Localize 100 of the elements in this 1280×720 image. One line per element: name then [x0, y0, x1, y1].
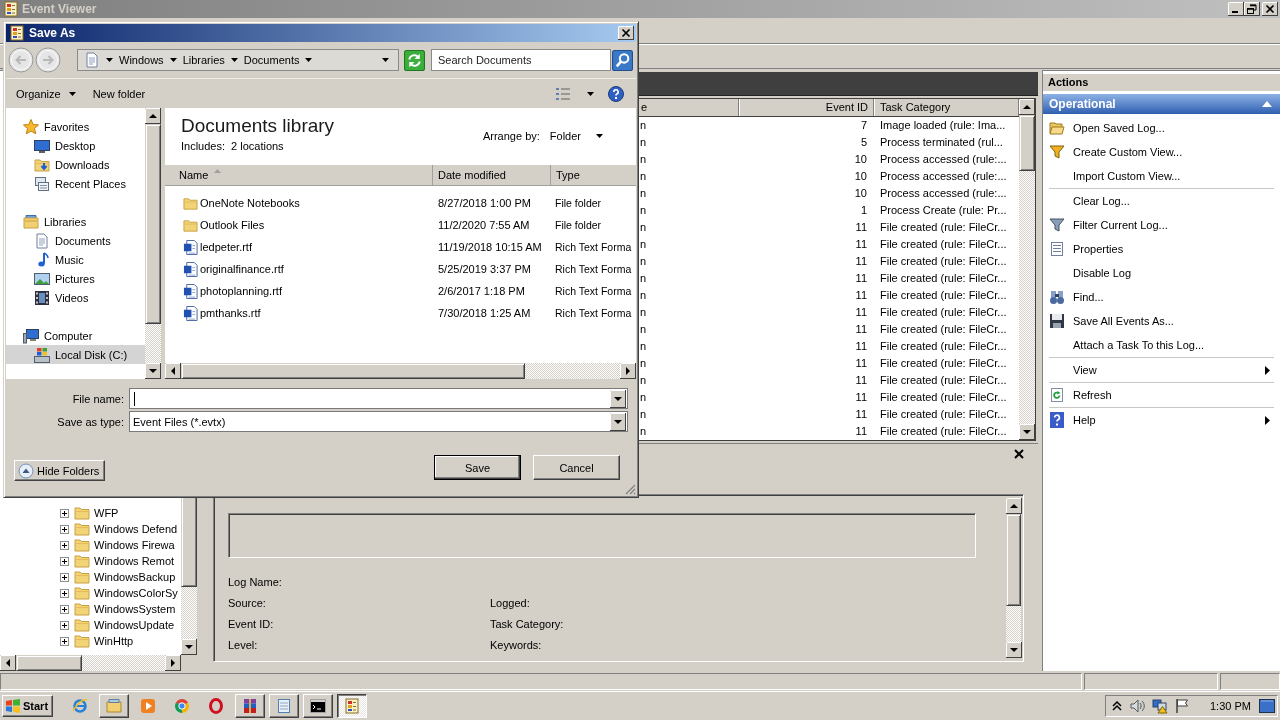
dropdown-button[interactable]: [610, 389, 626, 408]
tree-item[interactable]: WFP: [60, 505, 119, 521]
tree-item[interactable]: WindowsColorSy: [60, 585, 178, 601]
close-icon[interactable]: [1014, 448, 1024, 459]
expand-icon[interactable]: [60, 540, 69, 550]
arrange-dropdown[interactable]: Folder: [549, 130, 603, 142]
expand-icon[interactable]: [60, 620, 69, 630]
scroll-down-button[interactable]: [1006, 642, 1022, 658]
scroll-down-button[interactable]: [1019, 424, 1035, 440]
hide-folders-button[interactable]: Hide Folders: [14, 460, 106, 481]
file-name[interactable]: OneNote Notebooks: [200, 197, 300, 209]
column-header[interactable]: Type: [551, 165, 636, 185]
column-header[interactable]: Task Category: [874, 99, 1019, 116]
address-bar[interactable]: Windows Libraries Documents: [77, 49, 399, 71]
minimize-button[interactable]: [1228, 2, 1244, 16]
nav-item[interactable]: Desktop: [6, 136, 145, 155]
taskbar-button[interactable]: [337, 694, 368, 718]
scrollbar[interactable]: [1019, 99, 1035, 440]
caret-icon[interactable]: [230, 58, 238, 62]
caret-icon[interactable]: [106, 58, 113, 62]
nav-item[interactable]: Music: [6, 250, 145, 269]
file-name[interactable]: photoplanning.rtf: [200, 285, 282, 297]
section-header[interactable]: Operational: [1043, 94, 1280, 114]
action-item[interactable]: Find...: [1043, 285, 1280, 309]
nav-item[interactable]: Favorites: [6, 117, 145, 136]
nav-item[interactable]: Libraries: [6, 212, 145, 231]
dropdown-caret-icon[interactable]: [382, 58, 389, 62]
clock[interactable]: 1:30 PM: [1210, 700, 1251, 712]
network-icon[interactable]: [1152, 698, 1168, 714]
expand-icon[interactable]: [60, 636, 69, 646]
scrollbar-thumb[interactable]: [181, 496, 197, 587]
scroll-left-button[interactable]: [0, 655, 16, 671]
action-item[interactable]: Clear Log...: [1043, 189, 1280, 213]
search-field[interactable]: Search Documents: [431, 49, 611, 71]
refresh-button[interactable]: [404, 49, 425, 71]
tree-item[interactable]: Windows Defend: [60, 521, 178, 537]
scrollbar-thumb[interactable]: [16, 655, 82, 671]
column-header[interactable]: Event ID: [739, 99, 874, 116]
nav-item[interactable]: Computer: [6, 326, 145, 345]
file-name[interactable]: originalfinance.rtf: [200, 263, 284, 275]
column-header[interactable]: Date modified: [433, 165, 551, 185]
nav-item[interactable]: Documents: [6, 231, 145, 250]
action-item[interactable]: View: [1043, 358, 1280, 382]
file-name[interactable]: Outlook Files: [200, 219, 265, 231]
expand-icon[interactable]: [60, 588, 69, 598]
scroll-up-button[interactable]: [1006, 498, 1022, 514]
action-item[interactable]: Save All Events As...: [1043, 309, 1280, 333]
search-button[interactable]: [612, 49, 633, 71]
expand-icon[interactable]: [60, 604, 69, 614]
locations-link[interactable]: 2 locations: [231, 139, 284, 154]
save-button[interactable]: Save: [434, 455, 521, 480]
action-item[interactable]: Import Custom View...: [1043, 164, 1280, 188]
new-folder-button[interactable]: New folder: [86, 82, 152, 105]
chevron-up-icon[interactable]: [1112, 701, 1122, 711]
nav-item[interactable]: Pictures: [6, 269, 145, 288]
scroll-up-button[interactable]: [145, 108, 161, 124]
breadcrumb-link[interactable]: Documents: [243, 54, 300, 66]
file-name[interactable]: pmthanks.rtf: [200, 307, 261, 319]
back-button[interactable]: [8, 47, 34, 73]
dropdown-button[interactable]: [610, 412, 626, 431]
action-item[interactable]: Refresh: [1043, 383, 1280, 407]
action-item[interactable]: Properties: [1043, 237, 1280, 261]
breadcrumb-link[interactable]: Libraries: [182, 54, 225, 66]
scrollbar[interactable]: [165, 363, 636, 379]
nav-item[interactable]: Local Disk (C:): [6, 345, 145, 364]
scrollbar-thumb[interactable]: [1019, 115, 1035, 171]
forward-button[interactable]: [35, 47, 61, 73]
scrollbar-thumb[interactable]: [181, 363, 525, 379]
close-button[interactable]: [1262, 2, 1278, 16]
scrollbar-thumb[interactable]: [145, 124, 161, 324]
tree-item[interactable]: WinHttp: [60, 633, 134, 649]
file-name-field[interactable]: [129, 388, 628, 409]
cancel-button[interactable]: Cancel: [533, 455, 620, 480]
caret-icon[interactable]: [169, 58, 177, 62]
scroll-up-button[interactable]: [1019, 99, 1035, 115]
expand-icon[interactable]: [60, 556, 69, 566]
tree-item[interactable]: WindowsSystem: [60, 601, 176, 617]
scrollbar[interactable]: [1006, 498, 1021, 658]
show-desktop-button[interactable]: [1259, 699, 1275, 713]
scroll-left-button[interactable]: [165, 363, 181, 379]
save-type-select[interactable]: Event Files (*.evtx): [129, 411, 628, 432]
tree-item[interactable]: WindowsUpdate: [60, 617, 175, 633]
scroll-right-button[interactable]: [165, 655, 181, 671]
scrollbar[interactable]: [0, 655, 181, 671]
column-header[interactable]: Name: [165, 165, 433, 185]
scroll-down-button[interactable]: [181, 639, 197, 655]
expand-icon[interactable]: [60, 524, 69, 534]
expand-icon[interactable]: [60, 508, 69, 518]
close-button[interactable]: [618, 26, 634, 40]
flag-icon[interactable]: [1174, 698, 1190, 714]
caret-icon[interactable]: [305, 58, 313, 62]
tree-item[interactable]: Windows Remot: [60, 553, 175, 569]
speaker-icon[interactable]: [1130, 698, 1146, 714]
organize-button[interactable]: Organize: [10, 82, 82, 105]
nav-item[interactable]: Videos: [6, 288, 145, 307]
action-item[interactable]: Help: [1043, 408, 1280, 432]
breadcrumb-link[interactable]: Windows: [119, 54, 164, 66]
collapse-arrow-icon[interactable]: [1262, 101, 1272, 107]
tree-item[interactable]: Windows Firewa: [60, 537, 175, 553]
help-icon[interactable]: [608, 85, 624, 102]
